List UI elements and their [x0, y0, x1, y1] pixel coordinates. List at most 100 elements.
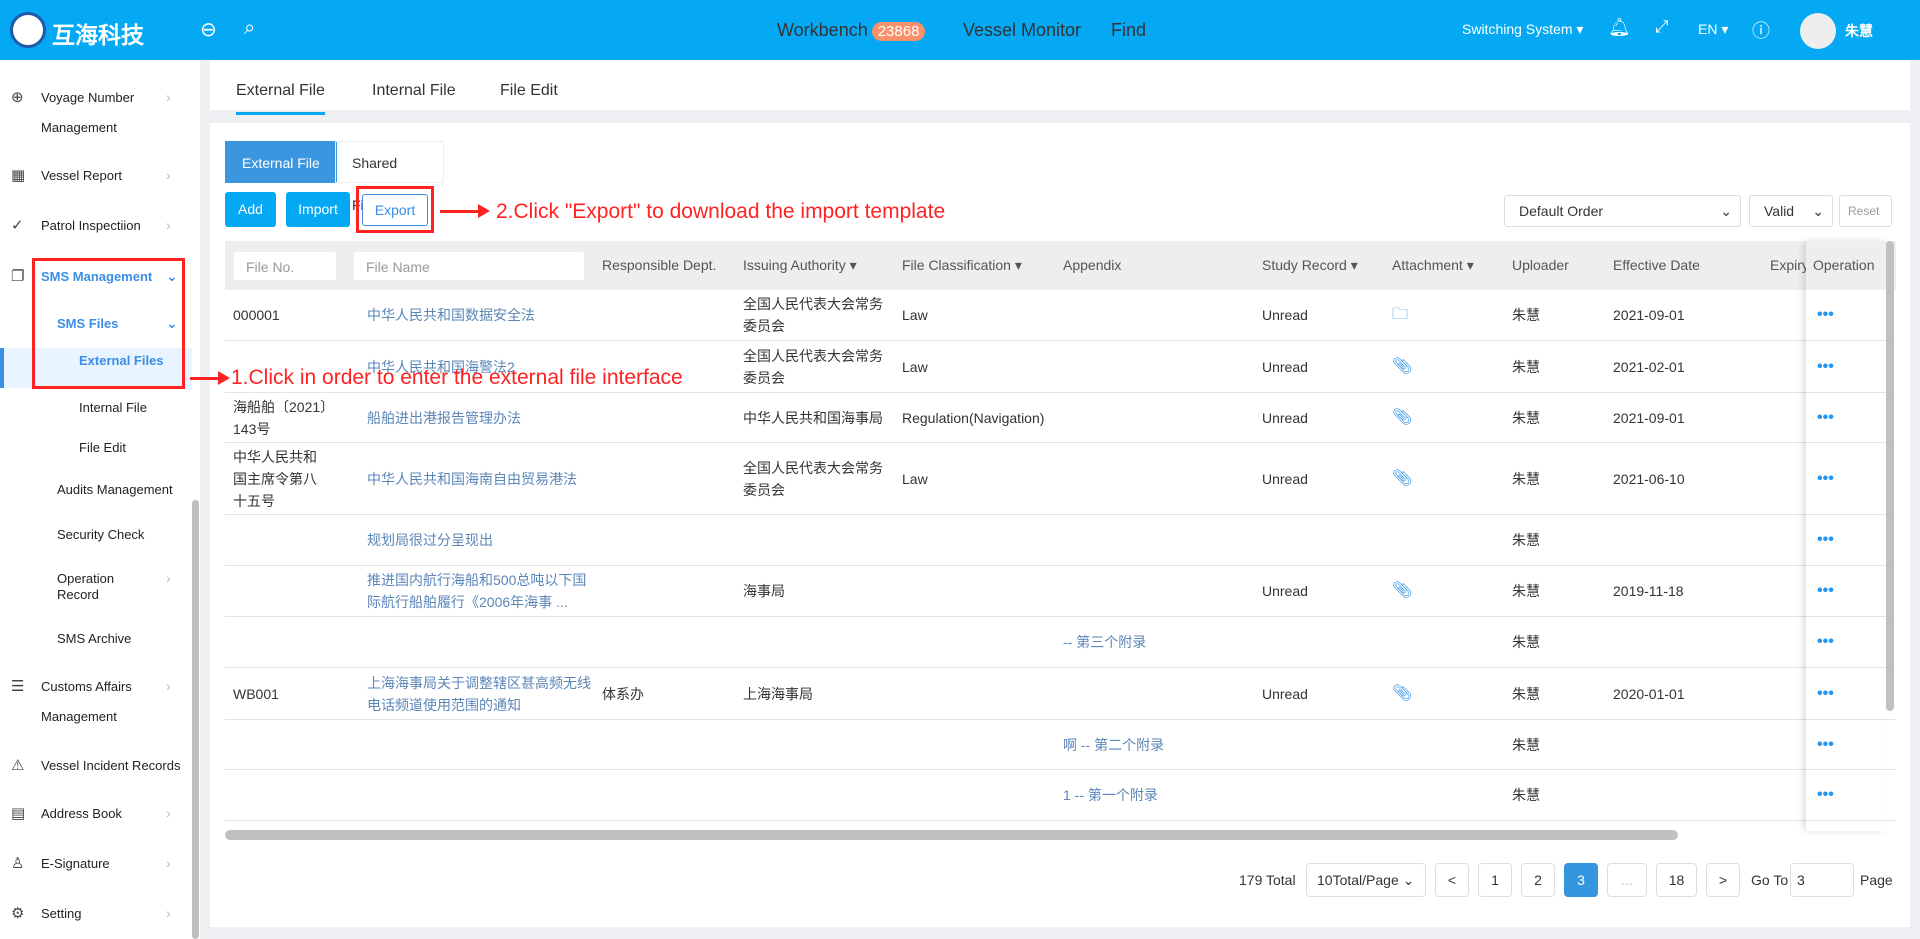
cell-app[interactable]: 啊 -- 第二个附录 [1063, 734, 1164, 756]
cell-eff: 2019-11-18 [1613, 583, 1684, 599]
tab-file-edit[interactable]: File Edit [500, 82, 558, 100]
sidebar-item-file-edit[interactable]: File Edit [0, 439, 192, 459]
paperclip-icon[interactable]: 📎︎ [1392, 683, 1412, 705]
sidebar-item-address-book[interactable]: ▤ Address Book › [0, 805, 192, 825]
cell-no: 海船舶〔2021〕143号 [233, 398, 328, 437]
cell-app[interactable]: 1 -- 第一个附录 [1063, 784, 1158, 806]
sidebar-item-label: Voyage Number [41, 90, 135, 105]
cell-up: 朱慧 [1512, 583, 1540, 599]
page-size-select[interactable]: 10Total/Page ⌄ [1306, 863, 1426, 897]
paperclip-icon[interactable]: 📎︎ [1392, 580, 1412, 602]
cell-name[interactable]: 船舶进出港报告管理办法 [367, 407, 597, 429]
sidebar-item-vessel-incident-records[interactable]: ⚠ Vessel Incident Records [0, 757, 192, 777]
signpost-icon: ☰ [11, 678, 25, 695]
check-circle-icon: ✓ [11, 217, 24, 234]
avatar[interactable] [1800, 13, 1836, 49]
sidebar-item-sms-archive[interactable]: SMS Archive [0, 630, 192, 650]
page-18[interactable]: 18 [1656, 863, 1697, 897]
cell-name[interactable]: 上海海事局关于调整辖区甚高频无线电话频道使用范围的通知 [367, 672, 597, 716]
page-1[interactable]: 1 [1478, 863, 1512, 897]
next-page-button[interactable]: > [1706, 863, 1740, 897]
cell-eff: 2021-09-01 [1613, 409, 1685, 426]
order-select[interactable]: Default Order ⌄ [1504, 195, 1741, 227]
table-vertical-scrollbar[interactable] [1886, 241, 1894, 711]
sidebar-scrollbar[interactable] [192, 500, 199, 939]
paperclip-icon[interactable]: 📎︎ [1392, 356, 1412, 378]
page-ellipsis[interactable]: ... [1607, 863, 1647, 897]
cell-name[interactable]: 推进国内航行海船和500总吨以下国际航行船舶履行《2006年海事 ... [367, 569, 597, 613]
table-row: 海船舶〔2021〕143号 船舶进出港报告管理办法 中华人民共和国海事局 Regula… [225, 393, 1895, 443]
sidebar-item-customs-affairs[interactable]: ☰ Customs Affairs Management › [0, 678, 192, 724]
sidebar-item-label: Patrol Inspectiion [41, 218, 141, 233]
sidebar-item-audits-management[interactable]: Audits Management [0, 481, 192, 501]
gear-icon: ⚙ [11, 905, 25, 922]
paperclip-icon[interactable]: 📎︎ [1392, 468, 1412, 490]
sidebar-item-label: Vessel Report [41, 168, 122, 183]
file-name-filter[interactable]: File Name [353, 251, 585, 281]
tab-external-file[interactable]: External File [236, 82, 325, 115]
chevron-right-icon: › [166, 167, 171, 183]
order-value: Default Order [1519, 203, 1604, 219]
cell-auth: 海事局 [743, 583, 785, 599]
cell-app[interactable]: -- 第三个附录 [1063, 631, 1146, 653]
nav-find[interactable]: Find [1111, 20, 1146, 41]
subtab-shared-files[interactable]: Shared Files [335, 141, 444, 213]
back-icon[interactable]: ⊖ [200, 17, 217, 42]
bell-icon[interactable]: 🔔︎ [1608, 17, 1631, 38]
cell-name[interactable]: 中华人民共和国海南自由贸易港法 [367, 468, 597, 490]
cell-cls: Law [902, 307, 928, 323]
help-icon[interactable]: ⓘ [1752, 17, 1770, 43]
status-select[interactable]: Valid ⌄ [1749, 195, 1833, 227]
column-header-study-record[interactable]: Study Record ▾ [1262, 257, 1358, 274]
tab-internal-file[interactable]: Internal File [372, 82, 456, 100]
column-header-issuing-authority[interactable]: Issuing Authority ▾ [743, 257, 857, 274]
sidebar-item-vessel-report[interactable]: ▦ Vessel Report › [0, 167, 192, 187]
cell-study: Unread [1262, 358, 1308, 375]
prev-page-button[interactable]: < [1435, 863, 1469, 897]
cell-name[interactable]: 规划局很过分呈现出 [367, 529, 597, 551]
sidebar-item-security-check[interactable]: Security Check [0, 526, 192, 546]
cell-up: 朱慧 [1512, 358, 1540, 375]
chevron-right-icon: › [166, 855, 171, 871]
sidebar-item-setting[interactable]: ⚙ Setting › [0, 905, 192, 925]
annotation-arrow [440, 204, 490, 218]
cell-auth: 中华人民共和国海事局 [743, 409, 883, 426]
reset-button[interactable]: Reset [1839, 195, 1892, 227]
subtab-external-file[interactable]: External File [225, 141, 337, 183]
annotation-highlight-box [32, 258, 185, 389]
user-name[interactable]: 朱慧 [1845, 21, 1873, 41]
folder-icon[interactable]: 🗀︎ [1392, 304, 1408, 326]
cell-dept: 体系办 [602, 685, 644, 702]
nav-workbench[interactable]: Workbench 23868 [777, 20, 926, 41]
nav-vessel-monitor[interactable]: Vessel Monitor [963, 20, 1081, 41]
cell-auth: 全国人民代表大会常务委员会 [743, 459, 883, 498]
sidebar-item-patrol-inspectiion[interactable]: ✓ Patrol Inspectiion › [0, 217, 192, 237]
table-horizontal-scrollbar[interactable] [225, 830, 1678, 840]
annotation-export: 2.Click "Export" to download the import … [496, 200, 946, 223]
sidebar-item-voyage-number[interactable]: ⊕ Voyage Number Management › [0, 89, 192, 135]
goto-page-input[interactable]: 3 [1790, 863, 1854, 897]
sidebar-item-label: Customs Affairs [41, 679, 132, 694]
paperclip-icon[interactable]: 📎︎ [1392, 407, 1412, 429]
search-icon[interactable]: ⌕ [244, 17, 255, 40]
cell-no: WB001 [233, 685, 279, 702]
sidebar-item-label: E-Signature [41, 856, 110, 871]
page-2[interactable]: 2 [1521, 863, 1555, 897]
switching-system-dropdown[interactable]: Switching System ▾ [1462, 21, 1583, 38]
add-button[interactable]: Add [225, 192, 276, 227]
sidebar-item-label: File Edit [79, 440, 126, 455]
column-header-file-classification[interactable]: File Classification ▾ [902, 257, 1022, 274]
column-header-effective-date: Effective Date [1613, 257, 1700, 273]
sidebar-item-internal-file[interactable]: Internal File [0, 399, 192, 419]
cell-up: 朱慧 [1512, 532, 1540, 548]
sidebar-item-e-signature[interactable]: ♙ E-Signature › [0, 855, 192, 875]
fullscreen-icon[interactable]: ⤢ [1655, 17, 1669, 37]
page-3-current[interactable]: 3 [1564, 863, 1598, 897]
file-no-filter[interactable]: File No. [233, 251, 337, 281]
sidebar-item-operation[interactable]: Operation Record › [0, 570, 192, 614]
language-dropdown[interactable]: EN ▾ [1698, 21, 1728, 38]
import-button[interactable]: Import [286, 192, 350, 227]
cell-no: 000001 [233, 307, 280, 323]
cell-name[interactable]: 中华人民共和国数据安全法 [367, 304, 597, 326]
column-header-attachment[interactable]: Attachment ▾ [1392, 257, 1474, 274]
